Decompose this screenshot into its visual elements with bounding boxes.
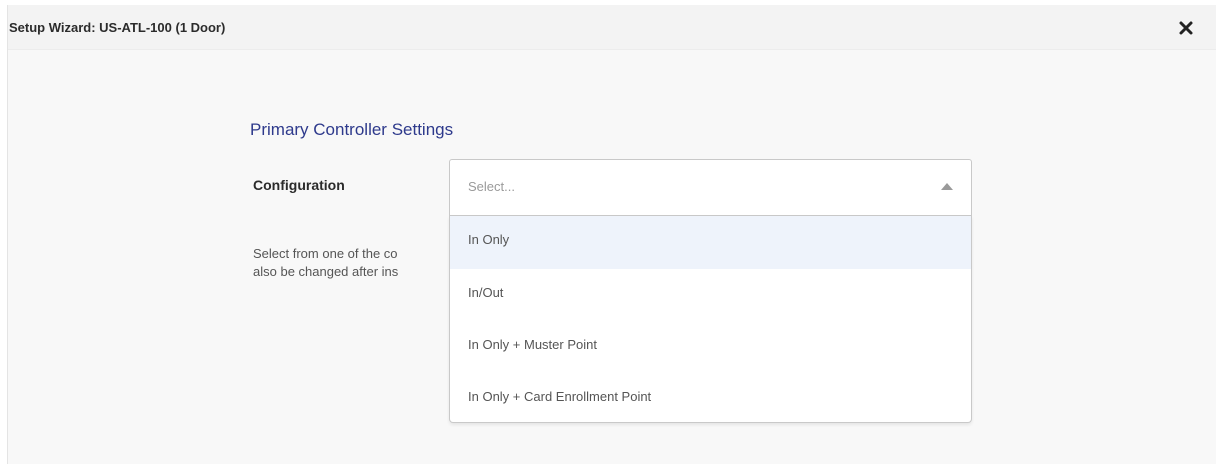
section-title: Primary Controller Settings bbox=[250, 120, 454, 139]
help-text-line-2: also be changed after ins bbox=[253, 264, 399, 279]
configuration-help-text: Select from one of the co also be change… bbox=[253, 245, 453, 281]
configuration-select[interactable]: Select... bbox=[449, 159, 972, 216]
configuration-label: Configuration bbox=[253, 177, 345, 193]
option-in-only[interactable]: In Only bbox=[450, 216, 971, 269]
help-text-line-1: Select from one of the co bbox=[253, 246, 398, 261]
dialog-titlebar: Setup Wizard: US-ATL-100 (1 Door) bbox=[8, 5, 1216, 50]
configuration-dropdown-menu: In Only In/Out In Only + Muster Point In… bbox=[449, 216, 972, 423]
caret-up-icon[interactable] bbox=[941, 183, 953, 190]
option-in-only-muster-point[interactable]: In Only + Muster Point bbox=[450, 321, 971, 373]
close-icon[interactable] bbox=[1178, 20, 1194, 36]
select-placeholder: Select... bbox=[468, 179, 515, 194]
option-in-only-card-enrollment-point[interactable]: In Only + Card Enrollment Point bbox=[450, 373, 971, 425]
setup-wizard-dialog: Setup Wizard: US-ATL-100 (1 Door) Primar… bbox=[7, 5, 1216, 464]
option-in-out[interactable]: In/Out bbox=[450, 269, 971, 321]
dialog-title: Setup Wizard: US-ATL-100 (1 Door) bbox=[9, 20, 226, 35]
